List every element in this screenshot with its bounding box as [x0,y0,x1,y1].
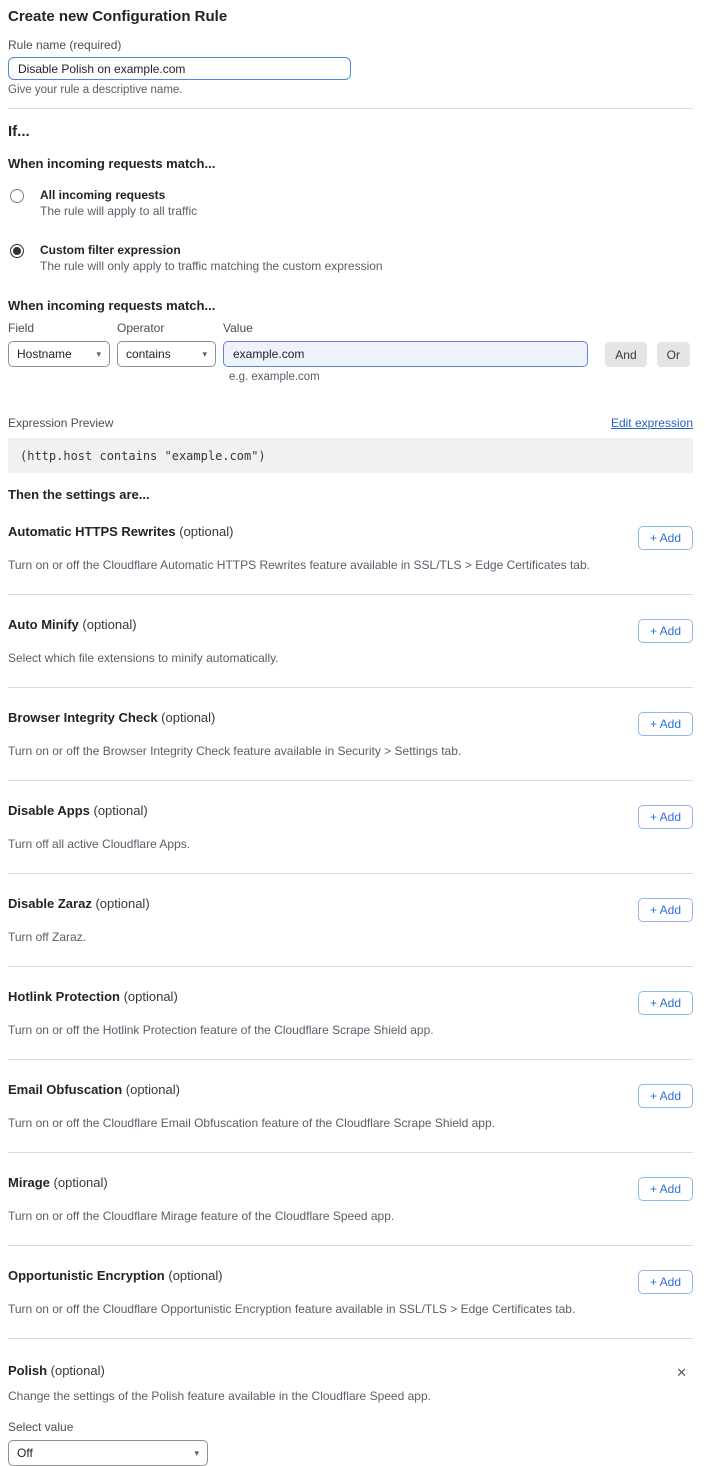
radio-option-label: All incoming requests [40,188,197,202]
field-label: Field [8,321,110,335]
optional-label: (optional) [54,1175,108,1190]
polish-select-value: Off [17,1446,33,1460]
setting-title: Email Obfuscation [8,1082,122,1097]
setting-title: Auto Minify [8,617,79,632]
setting-title: Hotlink Protection [8,989,120,1004]
setting-hotlink-protection: Hotlink Protection (optional) + Add Turn… [8,967,693,1060]
radio-option-description: The rule will apply to all traffic [40,204,197,218]
setting-title: Polish [8,1363,47,1378]
radio-option-description: The rule will only apply to traffic matc… [40,259,383,273]
chevron-down-icon: ▾ [194,1448,199,1459]
operator-select-value: contains [126,347,171,361]
polish-value-select[interactable]: Off ▾ [8,1440,208,1466]
setting-disable-zaraz: Disable Zaraz (optional) + Add Turn off … [8,874,693,967]
close-icon[interactable]: ✕ [676,1365,687,1381]
radio-option-label: Custom filter expression [40,243,383,257]
setting-automatic-https-rewrites: Automatic HTTPS Rewrites (optional) + Ad… [8,502,693,595]
setting-description: Turn on or off the Hotlink Protection fe… [8,1023,693,1037]
setting-email-obfuscation: Email Obfuscation (optional) + Add Turn … [8,1060,693,1153]
add-button[interactable]: + Add [638,805,693,829]
builder-heading: When incoming requests match... [8,298,693,313]
setting-disable-apps: Disable Apps (optional) + Add Turn off a… [8,781,693,874]
setting-mirage: Mirage (optional) + Add Turn on or off t… [8,1153,693,1246]
value-helper: e.g. example.com [229,371,693,383]
operator-label: Operator [117,321,216,335]
expression-preview-label: Expression Preview [8,416,113,430]
rule-name-input[interactable] [8,57,351,80]
rule-name-helper: Give your rule a descriptive name. [8,84,693,96]
optional-label: (optional) [51,1363,105,1378]
if-heading: If... [8,123,693,140]
setting-browser-integrity-check: Browser Integrity Check (optional) + Add… [8,688,693,781]
setting-title: Mirage [8,1175,50,1190]
add-button[interactable]: + Add [638,1177,693,1201]
setting-title: Opportunistic Encryption [8,1268,165,1283]
value-label: Value [223,321,588,335]
field-select[interactable]: Hostname ▾ [8,341,110,367]
setting-description: Turn on or off the Browser Integrity Che… [8,744,693,758]
radio-button-unselected[interactable] [10,189,24,203]
chevron-down-icon: ▾ [96,349,101,360]
add-button[interactable]: + Add [638,526,693,550]
optional-label: (optional) [82,617,136,632]
field-select-value: Hostname [17,347,72,361]
rule-name-label: Rule name (required) [8,38,693,52]
optional-label: (optional) [95,896,149,911]
setting-title: Disable Apps [8,803,90,818]
add-button[interactable]: + Add [638,619,693,643]
setting-description: Turn on or off the Cloudflare Opportunis… [8,1302,693,1316]
optional-label: (optional) [179,524,233,539]
page-title: Create new Configuration Rule [8,8,693,25]
optional-label: (optional) [161,710,215,725]
setting-title: Disable Zaraz [8,896,92,911]
radio-option-custom-filter[interactable]: Custom filter expression The rule will o… [8,243,693,273]
expression-preview-code: (http.host contains "example.com") [8,438,693,473]
expression-builder: When incoming requests match... Field Ho… [8,298,693,383]
match-type-radio-group: All incoming requests The rule will appl… [8,188,693,273]
setting-title: Browser Integrity Check [8,710,158,725]
chevron-down-icon: ▾ [202,349,207,360]
or-button[interactable]: Or [657,342,690,367]
radio-button-selected[interactable] [10,244,24,258]
add-button[interactable]: + Add [638,1084,693,1108]
setting-opportunistic-encryption: Opportunistic Encryption (optional) + Ad… [8,1246,693,1339]
setting-description: Change the settings of the Polish featur… [8,1389,693,1403]
optional-label: (optional) [124,989,178,1004]
then-settings-heading: Then the settings are... [8,487,693,502]
setting-description: Select which file extensions to minify a… [8,651,693,665]
create-configuration-rule-page: Create new Configuration Rule Rule name … [0,0,705,1466]
setting-description: Turn on or off the Cloudflare Mirage fea… [8,1209,693,1223]
setting-description: Turn off Zaraz. [8,930,693,944]
add-button[interactable]: + Add [638,898,693,922]
edit-expression-link[interactable]: Edit expression [611,416,693,430]
select-value-label: Select value [8,1420,693,1434]
add-button[interactable]: + Add [638,991,693,1015]
optional-label: (optional) [168,1268,222,1283]
add-button[interactable]: + Add [638,1270,693,1294]
optional-label: (optional) [126,1082,180,1097]
setting-polish-expanded: Polish (optional) ✕ Change the settings … [8,1339,693,1466]
and-button[interactable]: And [605,342,646,367]
setting-auto-minify: Auto Minify (optional) + Add Select whic… [8,595,693,688]
radio-option-all-incoming[interactable]: All incoming requests The rule will appl… [8,188,693,218]
incoming-match-heading: When incoming requests match... [8,156,693,171]
add-button[interactable]: + Add [638,712,693,736]
value-input[interactable] [223,341,588,367]
optional-label: (optional) [94,803,148,818]
setting-description: Turn on or off the Cloudflare Email Obfu… [8,1116,693,1130]
setting-description: Turn on or off the Cloudflare Automatic … [8,558,693,572]
operator-select[interactable]: contains ▾ [117,341,216,367]
setting-description: Turn off all active Cloudflare Apps. [8,837,693,851]
divider [8,108,693,109]
setting-title: Automatic HTTPS Rewrites [8,524,176,539]
